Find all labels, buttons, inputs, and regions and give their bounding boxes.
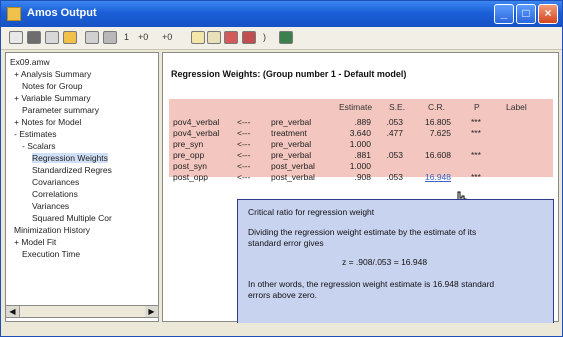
- tree-item[interactable]: + Notes for Model: [14, 117, 81, 127]
- app-icon: [7, 7, 21, 21]
- arrow-text: ): [263, 32, 266, 42]
- decimal-up-button[interactable]: +0: [138, 32, 148, 42]
- column-header: S.E.: [389, 102, 406, 112]
- tree-item[interactable]: + Variable Summary: [14, 93, 91, 103]
- column-header: C.R.: [428, 102, 445, 112]
- title-bar: Amos Output _ □ ×: [1, 1, 562, 27]
- table-row-predictor: pre_verbal: [271, 150, 312, 160]
- tree-item[interactable]: Variances: [32, 201, 69, 211]
- table-row-estimate: 3.640: [349, 128, 371, 138]
- table-row-cr: 7.625: [429, 128, 451, 138]
- table-row-p: ***: [471, 172, 481, 182]
- tree-item[interactable]: Squared Multiple Cor: [32, 213, 112, 223]
- table-row-dependent: post_opp: [173, 172, 208, 182]
- decimal-value: 1: [124, 32, 130, 42]
- table-row-p: ***: [471, 150, 481, 160]
- tooltip-line-2: standard error gives: [248, 238, 324, 248]
- table-row-se: .053: [386, 172, 403, 182]
- tree-item[interactable]: + Model Fit: [14, 237, 56, 247]
- table-row-estimate: .881: [354, 150, 371, 160]
- scroll-left-button[interactable]: ◀: [6, 306, 20, 317]
- tooltip-line-4: errors above zero.: [248, 290, 317, 300]
- tooltip-line-3: In other words, the regression weight es…: [248, 279, 495, 289]
- tree-item[interactable]: + Analysis Summary: [14, 69, 91, 79]
- table-options-icon[interactable]: [191, 31, 205, 44]
- cr-tooltip: Critical ratio for regression weight Div…: [237, 199, 554, 327]
- window-title: Amos Output: [27, 7, 97, 19]
- tree-horizontal-scrollbar[interactable]: ◀ ▶: [5, 305, 159, 318]
- table-row-arrow: <---: [237, 128, 251, 138]
- table-row-arrow: <---: [237, 172, 251, 182]
- table-row-predictor: post_verbal: [271, 172, 315, 182]
- output-tree[interactable]: Ex09.amw + Analysis Summary Notes for Gr…: [5, 52, 159, 322]
- red-square-icon[interactable]: [242, 31, 256, 44]
- tree-item-selected[interactable]: Regression Weights: [32, 153, 108, 163]
- view-icon[interactable]: [103, 31, 117, 44]
- table-row-estimate: 1.000: [349, 161, 371, 171]
- help-icon[interactable]: [279, 31, 293, 44]
- decimal-down-button[interactable]: +0: [162, 32, 172, 42]
- table-row-cr: 16.805: [425, 117, 451, 127]
- table-row-predictor: post_verbal: [271, 161, 315, 171]
- tree-item[interactable]: Parameter summary: [22, 105, 99, 115]
- tooltip-line-1: Dividing the regression weight estimate …: [248, 227, 477, 237]
- tooltip-formula: z = .908/.053 = 16.948: [342, 257, 428, 267]
- table-row-cr: 16.608: [425, 150, 451, 160]
- table-heading: Regression Weights: (Group number 1 - De…: [171, 69, 407, 79]
- scroll-right-button[interactable]: ▶: [145, 306, 159, 317]
- tree-item[interactable]: Correlations: [32, 189, 78, 199]
- column-header: Estimate: [339, 102, 373, 112]
- table-row-arrow: <---: [237, 161, 251, 171]
- table-row-p: ***: [471, 128, 481, 138]
- table-row-arrow: <---: [237, 117, 251, 127]
- page-setup-icon[interactable]: [45, 31, 59, 44]
- table-row-estimate: .889: [354, 117, 371, 127]
- table-row-se: .053: [386, 150, 403, 160]
- tree-item[interactable]: Minimization History: [14, 225, 90, 235]
- tree-root[interactable]: Ex09.amw: [10, 57, 50, 67]
- tree-item[interactable]: Covariances: [32, 177, 79, 187]
- toolbar: 1 +0 +0 ): [1, 27, 562, 50]
- table-row-estimate: 1.000: [349, 139, 371, 149]
- tree-item[interactable]: - Scalars: [22, 141, 56, 151]
- preview-icon[interactable]: [9, 31, 23, 44]
- table-row-arrow: <---: [237, 139, 251, 149]
- tree-item[interactable]: Notes for Group: [22, 81, 82, 91]
- column-header: Label: [506, 102, 527, 112]
- print-icon[interactable]: [27, 31, 41, 44]
- minimize-button[interactable]: _: [494, 4, 514, 24]
- cr-link[interactable]: 16.948: [415, 172, 451, 182]
- table-row-predictor: treatment: [271, 128, 307, 138]
- tooltip-title: Critical ratio for regression weight: [248, 207, 375, 217]
- tree-item[interactable]: - Estimates: [14, 129, 57, 139]
- table-row-p: ***: [471, 117, 481, 127]
- table-row-se: .053: [386, 117, 403, 127]
- tree-item[interactable]: Standardized Regres: [32, 165, 112, 175]
- highlight-icon[interactable]: [207, 31, 221, 44]
- maximize-button[interactable]: □: [516, 4, 536, 24]
- open-folder-icon[interactable]: [63, 31, 77, 44]
- table-row-estimate: .908: [354, 172, 371, 182]
- copy-icon[interactable]: [85, 31, 99, 44]
- table-row-dependent: pre_opp: [173, 150, 205, 160]
- tree-item[interactable]: Execution Time: [22, 249, 80, 259]
- table-row-dependent: post_syn: [173, 161, 208, 171]
- close-button[interactable]: ×: [538, 4, 558, 24]
- red-box-icon[interactable]: [224, 31, 238, 44]
- table-row-dependent: pov4_verbal: [173, 117, 220, 127]
- table-row-dependent: pre_syn: [173, 139, 204, 149]
- table-row-se: .477: [386, 128, 403, 138]
- table-row-arrow: <---: [237, 150, 251, 160]
- table-row-predictor: pre_verbal: [271, 139, 312, 149]
- column-header: P: [474, 102, 480, 112]
- amos-output-window: Amos Output _ □ × 1 +0 +0 ) Ex09.amw + A…: [0, 0, 563, 337]
- table-row-dependent: pov4_verbal: [173, 128, 220, 138]
- status-bar: [1, 323, 562, 336]
- table-row-predictor: pre_verbal: [271, 117, 312, 127]
